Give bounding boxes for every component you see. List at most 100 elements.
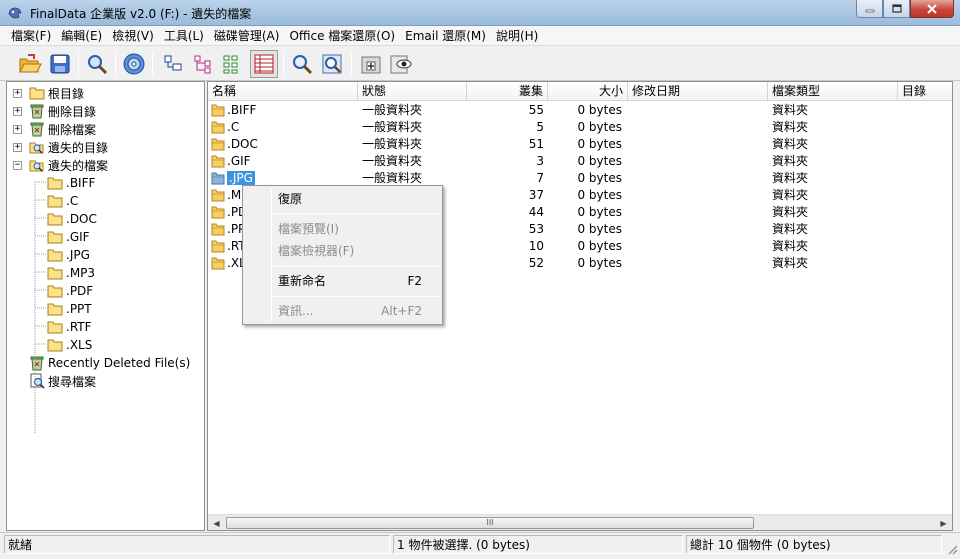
menu-file-viewer[interactable]: 檔案檢視器(F) bbox=[245, 240, 440, 262]
maximize-icon bbox=[891, 4, 902, 13]
list-item[interactable]: .GIF 一般資料夾 3 0 bytes 資料夾 bbox=[208, 153, 952, 170]
file-name-text: .DOC bbox=[227, 137, 258, 151]
save-icon bbox=[50, 54, 70, 74]
status-selected: 1 物件被選擇. (0 bytes) bbox=[393, 535, 683, 554]
cell-size: 0 bytes bbox=[577, 222, 622, 236]
file-name-text: .JPG bbox=[227, 171, 255, 185]
scroll-right-icon[interactable]: ▶ bbox=[935, 515, 952, 530]
cell-clusters: 37 bbox=[528, 188, 544, 202]
list-header: 名稱 狀態 叢集 大小 修改日期 檔案類型 目錄 bbox=[208, 82, 952, 101]
cell-type: 資料夾 bbox=[772, 239, 809, 253]
window-controls bbox=[856, 0, 954, 20]
file-name: .BIFF bbox=[227, 102, 355, 119]
menu-view[interactable]: 檢視(V) bbox=[107, 26, 159, 46]
column-name[interactable]: 名稱 bbox=[208, 82, 358, 101]
open-button[interactable] bbox=[16, 50, 44, 78]
save-button[interactable] bbox=[46, 50, 74, 78]
column-clusters[interactable]: 叢集 bbox=[467, 82, 548, 101]
menu-edit[interactable]: 編輯(E) bbox=[56, 26, 107, 46]
window-title: FinalData 企業版 v2.0 (F:) - 遺失的檔案 bbox=[30, 7, 252, 21]
cell-clusters: 55 bbox=[528, 103, 544, 117]
cell-size: 0 bytes bbox=[577, 188, 622, 202]
folder-tree[interactable]: + 根目錄 + 刪除目錄 + 刪除檔案 + 遺失的目錄 − 遺失的檔案 .BIF… bbox=[6, 81, 205, 531]
find-advanced-icon bbox=[322, 54, 342, 74]
maximize-button[interactable] bbox=[883, 0, 910, 18]
file-name-text: .BIFF bbox=[227, 103, 257, 117]
horizontal-scrollbar[interactable]: ◀ III ▶ bbox=[208, 514, 952, 530]
new-folder-icon bbox=[361, 56, 381, 74]
search-icon bbox=[88, 55, 108, 75]
find-advanced-button[interactable] bbox=[318, 50, 346, 78]
minimize-button[interactable] bbox=[856, 0, 883, 18]
cell-clusters: 53 bbox=[528, 222, 544, 236]
status-bar: 就緒 1 物件被選擇. (0 bytes) 總計 10 個物件 (0 bytes… bbox=[0, 532, 960, 559]
menu-rename[interactable]: 重新命名 F2 bbox=[245, 270, 440, 292]
menu-restore[interactable]: 復原 bbox=[245, 188, 440, 210]
folder-icon bbox=[211, 172, 225, 185]
preview-icon bbox=[390, 55, 412, 74]
preview-button[interactable] bbox=[387, 50, 415, 78]
cell-size: 0 bytes bbox=[577, 256, 622, 270]
list-view-button[interactable] bbox=[219, 50, 247, 78]
minimize-icon bbox=[865, 9, 874, 12]
resize-grip-icon[interactable] bbox=[946, 543, 958, 555]
close-icon bbox=[927, 3, 937, 14]
details-view-button[interactable] bbox=[250, 50, 278, 78]
list-item[interactable]: .C 一般資料夾 5 0 bytes 資料夾 bbox=[208, 119, 952, 136]
cell-type: 資料夾 bbox=[772, 256, 809, 270]
new-folder-button[interactable] bbox=[357, 50, 385, 78]
menu-email-restore[interactable]: Email 還原(M) bbox=[400, 26, 491, 46]
cell-type: 資料夾 bbox=[772, 120, 809, 134]
menu-file[interactable]: 檔案(F) bbox=[6, 26, 56, 46]
find-file-button[interactable] bbox=[288, 50, 316, 78]
cell-size: 0 bytes bbox=[577, 239, 622, 253]
folder-icon bbox=[211, 104, 225, 117]
menu-info[interactable]: 資訊... Alt+F2 bbox=[245, 300, 440, 322]
scroll-thumb[interactable]: III bbox=[226, 517, 754, 529]
menu-help[interactable]: 說明(H) bbox=[491, 26, 543, 46]
column-state[interactable]: 狀態 bbox=[358, 82, 467, 101]
menu-tools[interactable]: 工具(L) bbox=[159, 26, 209, 46]
column-dir[interactable]: 目錄 bbox=[898, 82, 952, 101]
folder-icon bbox=[211, 206, 225, 219]
close-button[interactable] bbox=[910, 0, 954, 18]
large-icons-button[interactable] bbox=[159, 50, 187, 78]
disk-scan-button[interactable] bbox=[120, 50, 148, 78]
small-icons-button[interactable] bbox=[189, 50, 217, 78]
cell-size: 0 bytes bbox=[577, 103, 622, 117]
cell-clusters: 44 bbox=[528, 205, 544, 219]
cell-size: 0 bytes bbox=[577, 137, 622, 151]
column-modified[interactable]: 修改日期 bbox=[628, 82, 768, 101]
cell-clusters: 5 bbox=[536, 120, 544, 134]
column-type[interactable]: 檔案類型 bbox=[768, 82, 898, 101]
folder-icon bbox=[211, 240, 225, 253]
menu-office-restore[interactable]: Office 檔案還原(O) bbox=[284, 26, 400, 46]
find-file-icon bbox=[293, 55, 313, 75]
cell-size: 0 bytes bbox=[577, 120, 622, 134]
file-name-text: .C bbox=[227, 120, 240, 134]
folder-icon bbox=[211, 223, 225, 236]
cell-clusters: 3 bbox=[536, 154, 544, 168]
folder-icon bbox=[211, 155, 225, 168]
cell-type: 資料夾 bbox=[772, 171, 809, 185]
cell-clusters: 7 bbox=[536, 171, 544, 185]
cell-type: 資料夾 bbox=[772, 188, 809, 202]
list-item[interactable]: .BIFF 一般資料夾 55 0 bytes 資料夾 bbox=[208, 102, 952, 119]
toolbar bbox=[0, 47, 960, 81]
cell-size: 0 bytes bbox=[577, 154, 622, 168]
menu-disk[interactable]: 磁碟管理(A) bbox=[209, 26, 285, 46]
scroll-left-icon[interactable]: ◀ bbox=[208, 515, 225, 530]
cell-size: 0 bytes bbox=[577, 171, 622, 185]
open-folder-icon bbox=[19, 54, 42, 73]
status-total: 總計 10 個物件 (0 bytes) bbox=[686, 535, 942, 554]
menu-file-preview[interactable]: 檔案預覽(I) bbox=[245, 218, 440, 240]
cell-clusters: 52 bbox=[528, 256, 544, 270]
search-button[interactable] bbox=[83, 50, 111, 78]
title-bar: FinalData 企業版 v2.0 (F:) - 遺失的檔案 bbox=[0, 0, 960, 26]
list-item[interactable]: .DOC 一般資料夾 51 0 bytes 資料夾 bbox=[208, 136, 952, 153]
folder-icon bbox=[211, 138, 225, 151]
file-name: .C bbox=[227, 119, 355, 136]
column-size[interactable]: 大小 bbox=[548, 82, 628, 101]
file-name-text: .M bbox=[227, 188, 242, 202]
cell-state: 一般資料夾 bbox=[362, 103, 423, 117]
